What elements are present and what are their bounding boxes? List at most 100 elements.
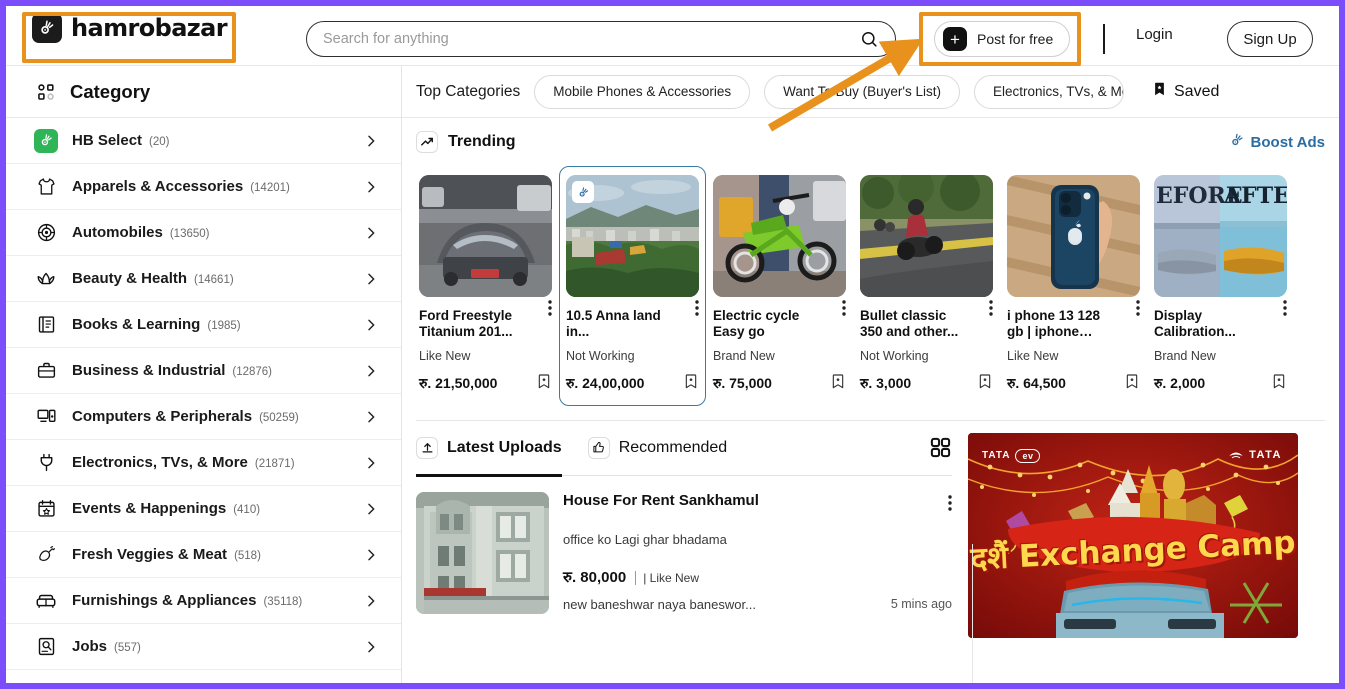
sidebar-item-count: (1985) [207,319,241,332]
chevron-right-icon [363,639,379,655]
sidebar-item-beauty-health[interactable]: Beauty & Health (14661) [6,256,401,302]
plug-icon [34,451,58,475]
sidebar-item-count: (518) [234,549,261,562]
kebab-menu-icon[interactable] [842,297,846,321]
bookmark-icon[interactable] [683,372,699,395]
chevron-right-icon [363,225,379,241]
sidebar-item-apparels-accessories[interactable]: Apparels & Accessories (14201) [6,164,401,210]
trending-card[interactable]: Electric cycle Easy go Brand New रु. 75,… [706,166,853,406]
card-title: Electric cycle Easy go [713,308,800,340]
ad-banner[interactable]: दशैं Exchange Camp TATA ev TATA [968,432,1298,638]
tshirt-icon [34,175,58,199]
card-condition: Not Working [860,348,929,363]
bookmark-icon[interactable] [830,372,846,395]
tab-latest-uploads[interactable]: Latest Uploads [416,436,562,459]
post-for-free-button[interactable]: + Post for free [934,21,1071,57]
card-price-row: रु. 3,000 [860,372,993,395]
topcat-chip-electronics[interactable]: Electronics, TVs, & Mo [974,74,1124,109]
hand-logo-icon [32,13,62,43]
header-divider [1103,24,1105,54]
upload-icon [416,436,438,459]
trending-card[interactable]: Bullet classic 350 and other... Not Work… [853,166,1000,406]
card-title: Display Calibration... [1154,308,1236,340]
sidebar-header: Category [6,66,401,118]
sidebar-item-computers-peripherals[interactable]: Computers & Peripherals (50259) [6,394,401,440]
sidebar-item-furnishings-appliances[interactable]: Furnishings & Appliances (35118) [6,578,401,624]
ad-panel: दशैं Exchange Camp TATA ev TATA [968,421,1323,638]
calendar-star-icon [34,497,58,521]
topcat-chip-want-to-buy[interactable]: Want To Buy (Buyer's List) [764,74,960,109]
sidebar-item-label: Jobs [72,637,108,655]
chevron-right-icon [363,317,379,333]
search-input[interactable] [323,31,860,47]
trending-card[interactable]: 10.5 Anna land in... Not Working रु. 24,… [559,166,706,406]
card-price: रु. 75,000 [713,374,772,391]
sidebar-item-automobiles[interactable]: Automobiles (13650) [6,210,401,256]
boost-ads-button[interactable]: Boost Ads [1229,132,1325,152]
kebab-menu-icon[interactable] [695,297,699,321]
page-title: Category [70,80,151,102]
trending-card[interactable]: EFORE AFTE Display Calibration... Brand … [1147,166,1294,406]
kebab-menu-icon[interactable] [948,492,952,516]
grid-view-icon[interactable] [929,436,952,459]
card-title: 10.5 Anna land in... [566,308,661,340]
brand-name: hamrobazar [71,14,228,42]
bookmark-icon[interactable] [1124,372,1140,395]
card-price-row: रु. 2,000 [1154,372,1287,395]
ad-brand-left: TATA ev [982,448,1041,463]
brand-logo[interactable]: hamrobazar [20,7,239,49]
bookmark-icon[interactable] [536,372,552,395]
category-sidebar[interactable]: Category HB Select (20) Apparels & Acces… [6,66,402,683]
sidebar-item-hb-select[interactable]: HB Select (20) [6,118,401,164]
chevron-right-icon [363,363,379,379]
listing-time: 5 mins ago [890,597,952,612]
listing-subtitle: office ko Lagi ghar bhadama [563,531,727,547]
kebab-menu-icon[interactable] [1136,297,1140,321]
trending-header: Trending Boost Ads [402,118,1339,166]
login-link[interactable]: Login [1136,26,1173,43]
search-bar[interactable] [306,21,896,57]
card-title-row: Display Calibration... [1154,297,1287,341]
sidebar-item-events-happenings[interactable]: Events & Happenings (410) [6,486,401,532]
card-condition: Brand New [1154,348,1216,363]
browser-window: hamrobazar + Post for free Login Sign Up [0,0,1345,689]
sidebar-item-label: Books & Learning [72,315,201,333]
list-item[interactable]: House For Rent Sankhamul office ko Lagi … [416,476,952,614]
card-price-row: रु. 24,00,000 [566,372,699,395]
sidebar-item-jobs[interactable]: Jobs (557) [6,624,401,670]
listing-location: new baneshwar naya baneswor... [563,596,756,612]
top-categories-label: Top Categories [416,82,521,100]
sidebar-item-fresh-veggies-meat[interactable]: Fresh Veggies & Meat (518) [6,532,401,578]
bookmark-icon[interactable] [977,372,993,395]
trending-card[interactable]: i phone 13 128 gb | iphone 13... Like Ne… [1000,166,1147,406]
ad-brand-right-label: TATA [1249,448,1282,461]
search-icon[interactable] [860,30,879,49]
topcat-chip-mobile-phones[interactable]: Mobile Phones & Accessories [534,74,751,109]
job-search-icon [34,635,58,659]
card-price: रु. 24,00,000 [566,374,645,391]
card-image [1007,175,1140,297]
sidebar-item-electronics-tvs-more[interactable]: Electronics, TVs, & More (21871) [6,440,401,486]
lotus-icon [34,267,58,291]
trending-card[interactable]: Ford Freestyle Titanium 201... Like New … [412,166,559,406]
saved-label: Saved [1174,82,1220,100]
sidebar-item-books-learning[interactable]: Books & Learning (1985) [6,302,401,348]
briefcase-icon [34,359,58,383]
card-price: रु. 2,000 [1154,374,1206,391]
post-for-free-label: Post for free [977,31,1054,47]
site-header: hamrobazar + Post for free Login Sign Up [6,6,1339,66]
kebab-menu-icon[interactable] [1283,297,1287,321]
tab-recommended[interactable]: Recommended [587,436,727,459]
bookmark-icon[interactable] [1271,372,1287,395]
kebab-menu-icon[interactable] [989,297,993,321]
sidebar-item-label: Events & Happenings [72,499,227,517]
saved-button[interactable]: Saved [1152,80,1219,103]
bookmark-filled-icon [1152,80,1167,103]
signup-button[interactable]: Sign Up [1227,21,1313,57]
hb-select-icon [572,181,594,203]
chevron-right-icon [363,501,379,517]
card-price: रु. 21,50,000 [419,374,498,391]
sidebar-item-business-industrial[interactable]: Business & Industrial (12876) [6,348,401,394]
kebab-menu-icon[interactable] [548,297,552,321]
chevron-right-icon [363,179,379,195]
